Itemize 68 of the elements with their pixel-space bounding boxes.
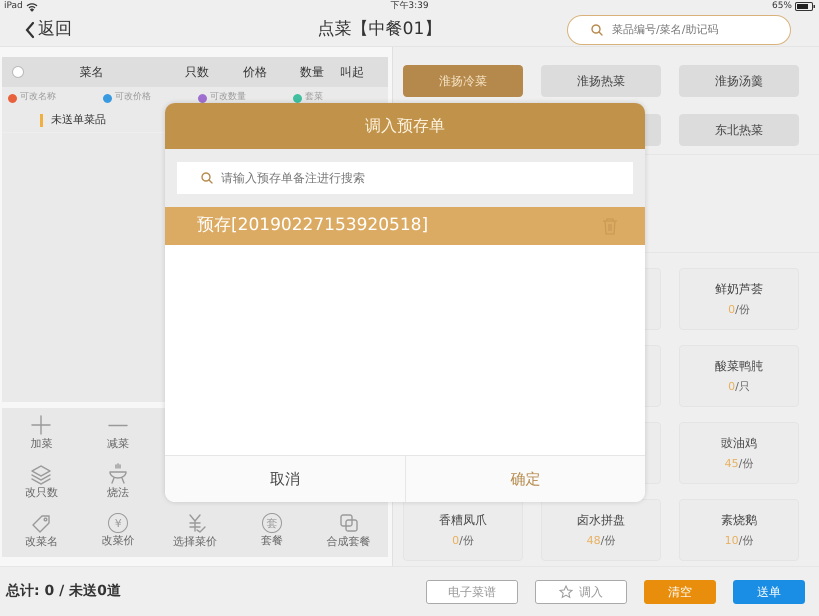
dish-card[interactable]: 卤水拼盘 48/份 xyxy=(541,499,661,561)
column-header: 价格 xyxy=(242,64,267,81)
category-tab[interactable]: 东北热菜 xyxy=(679,114,799,146)
column-header: 菜名 xyxy=(78,64,104,81)
group-marker xyxy=(40,114,43,127)
dish-quantity: 45/份 xyxy=(724,456,754,472)
tool-button[interactable]: 改菜名 xyxy=(3,507,80,556)
legend-label: 可改数量 xyxy=(210,91,246,104)
status-time: 下午3:39 xyxy=(390,0,429,11)
column-header: 只数 xyxy=(184,64,209,81)
tool-button[interactable]: 改只数 xyxy=(3,458,80,507)
minus-icon xyxy=(108,424,128,428)
legend-label: 可改名称 xyxy=(20,91,56,104)
back-button[interactable]: 返回 xyxy=(24,16,72,42)
dish-quantity: 10/份 xyxy=(724,532,754,549)
wifi-icon xyxy=(26,2,38,12)
tool-button[interactable]: 烧法 xyxy=(80,458,157,507)
tool-button[interactable]: 减菜 xyxy=(80,409,157,458)
import-button[interactable]: 调入 xyxy=(535,580,627,604)
overlapping-squares-icon xyxy=(338,512,360,534)
select-all-radio[interactable] xyxy=(12,66,24,78)
dish-quantity: 0/只 xyxy=(728,378,750,395)
search-field[interactable]: 菜品编号/菜名/助记码 xyxy=(567,14,791,44)
battery-icon xyxy=(795,2,815,11)
dish-quantity: 48/份 xyxy=(586,532,616,549)
tool-button[interactable]: 加菜 xyxy=(3,409,80,458)
column-header: 数量 xyxy=(299,64,324,81)
group-label: 未送单菜品 xyxy=(51,112,106,128)
layers-icon xyxy=(30,463,52,486)
dish-card[interactable]: 香糟凤爪 0/份 xyxy=(403,499,523,561)
dish-quantity: 0/份 xyxy=(728,302,750,318)
page-title: 点菜【中餐01】 xyxy=(316,18,442,41)
dish-quantity: 0/份 xyxy=(452,532,474,549)
tool-button[interactable]: 合成套餐 xyxy=(310,507,387,556)
dialog-search-field[interactable]: 请输入预存单备注进行搜索 xyxy=(177,162,633,194)
star-icon xyxy=(559,584,573,598)
column-header: 叫起 xyxy=(339,64,364,81)
dish-card[interactable]: 鲜奶芦荟 0/份 xyxy=(679,268,799,330)
dish-card[interactable]: 素烧鹅 10/份 xyxy=(679,499,799,561)
category-tab[interactable]: 淮扬冷菜 xyxy=(403,65,523,97)
circle-symbol-icon: ¥ xyxy=(108,513,128,534)
send-button[interactable]: 送单 xyxy=(733,580,805,604)
dish-name: 香糟凤爪 xyxy=(439,512,487,529)
dish-card[interactable]: 酸菜鸭肫 0/只 xyxy=(679,345,799,407)
dish-name: 酸菜鸭肫 xyxy=(715,358,763,375)
menu-button[interactable]: 电子菜谱 xyxy=(426,580,518,604)
legend-label: 套菜 xyxy=(305,91,323,104)
category-tab[interactable]: 淮扬汤羹 xyxy=(679,65,799,97)
clear-button[interactable]: 清空 xyxy=(644,580,716,604)
tool-button[interactable]: ¥ 改菜价 xyxy=(80,507,157,556)
grill-icon xyxy=(107,463,130,486)
tool-button[interactable]: 套 套餐 xyxy=(233,507,310,556)
category-tab[interactable]: 淮扬热菜 xyxy=(541,65,661,97)
battery-percent: 65% xyxy=(772,0,792,13)
confirm-button[interactable]: 确定 xyxy=(404,456,645,502)
order-total: 总计: 0 / 未送0道 xyxy=(6,582,122,601)
dish-card[interactable]: 豉油鸡 45/份 xyxy=(679,422,799,484)
dish-name: 鲜奶芦荟 xyxy=(715,280,763,298)
tool-button[interactable]: 选择菜价 xyxy=(156,507,234,556)
circle-symbol-icon: 套 xyxy=(262,513,282,534)
device-name: iPad xyxy=(4,0,23,13)
dish-name: 卤水拼盘 xyxy=(577,512,625,529)
dish-name: 豉油鸡 xyxy=(721,434,757,452)
plus-icon xyxy=(30,414,52,436)
dialog-title: 调入预存单 xyxy=(165,103,645,149)
legend-label: 可改价格 xyxy=(115,91,151,104)
dish-name: 素烧鹅 xyxy=(721,512,757,529)
cancel-button[interactable]: 取消 xyxy=(165,456,404,502)
